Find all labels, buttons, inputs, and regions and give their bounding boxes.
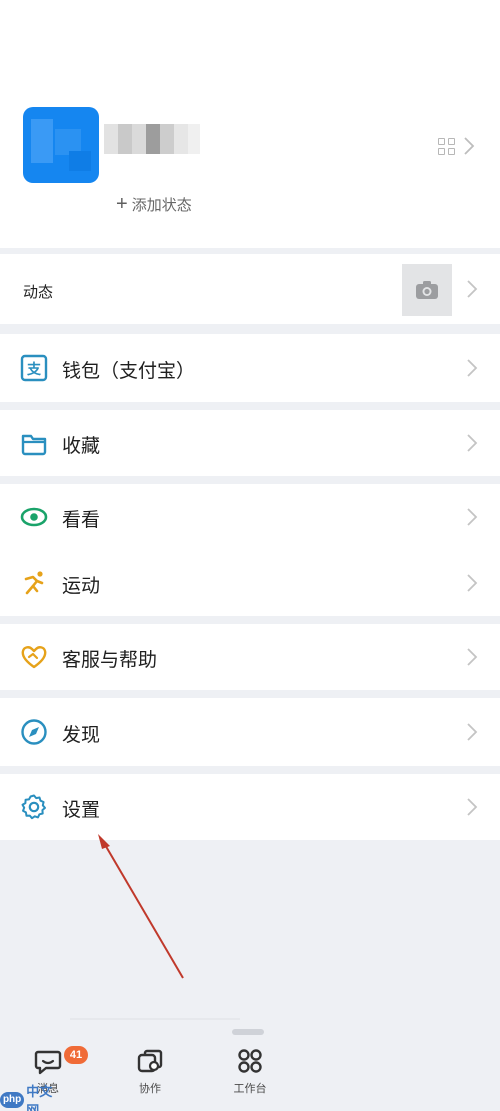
running-icon [24, 571, 44, 595]
chat-icon [34, 1050, 62, 1075]
heart-help-icon [21, 646, 47, 669]
gear-icon [21, 794, 46, 820]
chevron-right-icon [467, 723, 478, 741]
menu-item-wallet[interactable]: 支 钱包（支付宝） [0, 334, 500, 402]
tab-workbench[interactable]: 工作台 [215, 1046, 285, 1100]
moments-row[interactable]: 动态 [0, 254, 500, 324]
favorites-label: 收藏 [62, 436, 101, 457]
user-name-blurred [104, 124, 200, 154]
settings-label: 设置 [62, 800, 101, 821]
qr-code-button[interactable] [438, 134, 486, 158]
unread-badge: 41 [64, 1046, 88, 1064]
tab-collab[interactable]: 协作 [115, 1046, 185, 1100]
add-status-button[interactable]: + 添加状态 [116, 194, 192, 215]
chevron-right-icon [467, 648, 478, 666]
camera-thumbnail[interactable] [402, 264, 452, 316]
chevron-right-icon [467, 280, 478, 298]
tab-workbench-label: 工作台 [233, 1083, 267, 1095]
menu-item-discover[interactable]: 发现 [0, 698, 500, 766]
plus-icon: + [116, 192, 128, 215]
tab-collab-label: 协作 [139, 1083, 161, 1095]
moments-label: 动态 [23, 284, 54, 301]
chevron-right-icon [467, 359, 478, 377]
watermark-text: 中文网 [26, 1083, 53, 1111]
menu-item-favorites[interactable]: 收藏 [0, 410, 500, 476]
profile-header: + 添加状态 [0, 0, 500, 248]
wallet-label: 钱包（支付宝） [62, 361, 196, 382]
chevron-right-icon [464, 137, 475, 155]
support-label: 客服与帮助 [62, 650, 158, 671]
drag-handle[interactable] [232, 1029, 264, 1035]
chevron-right-icon [467, 574, 478, 592]
folder-icon [21, 434, 47, 456]
menu-item-settings[interactable]: 设置 [0, 774, 500, 840]
qr-code-icon [438, 137, 455, 155]
eye-icon [20, 507, 48, 527]
bottom-tab-bar: 消息 41 协作 工作台 [0, 1040, 500, 1111]
sports-label: 运动 [62, 576, 101, 597]
divider [70, 1018, 240, 1020]
collab-icon [137, 1049, 163, 1073]
discover-label: 发现 [62, 725, 101, 746]
site-watermark: php 中文网 [0, 1084, 60, 1111]
grid-icon [238, 1049, 262, 1073]
add-status-label: 添加状态 [131, 197, 192, 214]
watermark-logo: php [0, 1091, 25, 1108]
avatar[interactable] [23, 107, 99, 183]
chevron-right-icon [467, 798, 478, 816]
compass-icon [21, 719, 47, 745]
watch-label: 看看 [62, 510, 101, 531]
menu-item-sports[interactable]: 运动 [0, 550, 500, 616]
camera-icon [416, 281, 438, 299]
alipay-icon: 支 [20, 354, 48, 382]
svg-text:支: 支 [26, 361, 42, 378]
menu-item-support[interactable]: 客服与帮助 [0, 624, 500, 690]
menu-item-watch[interactable]: 看看 [0, 484, 500, 550]
chevron-right-icon [467, 434, 478, 452]
chevron-right-icon [467, 508, 478, 526]
